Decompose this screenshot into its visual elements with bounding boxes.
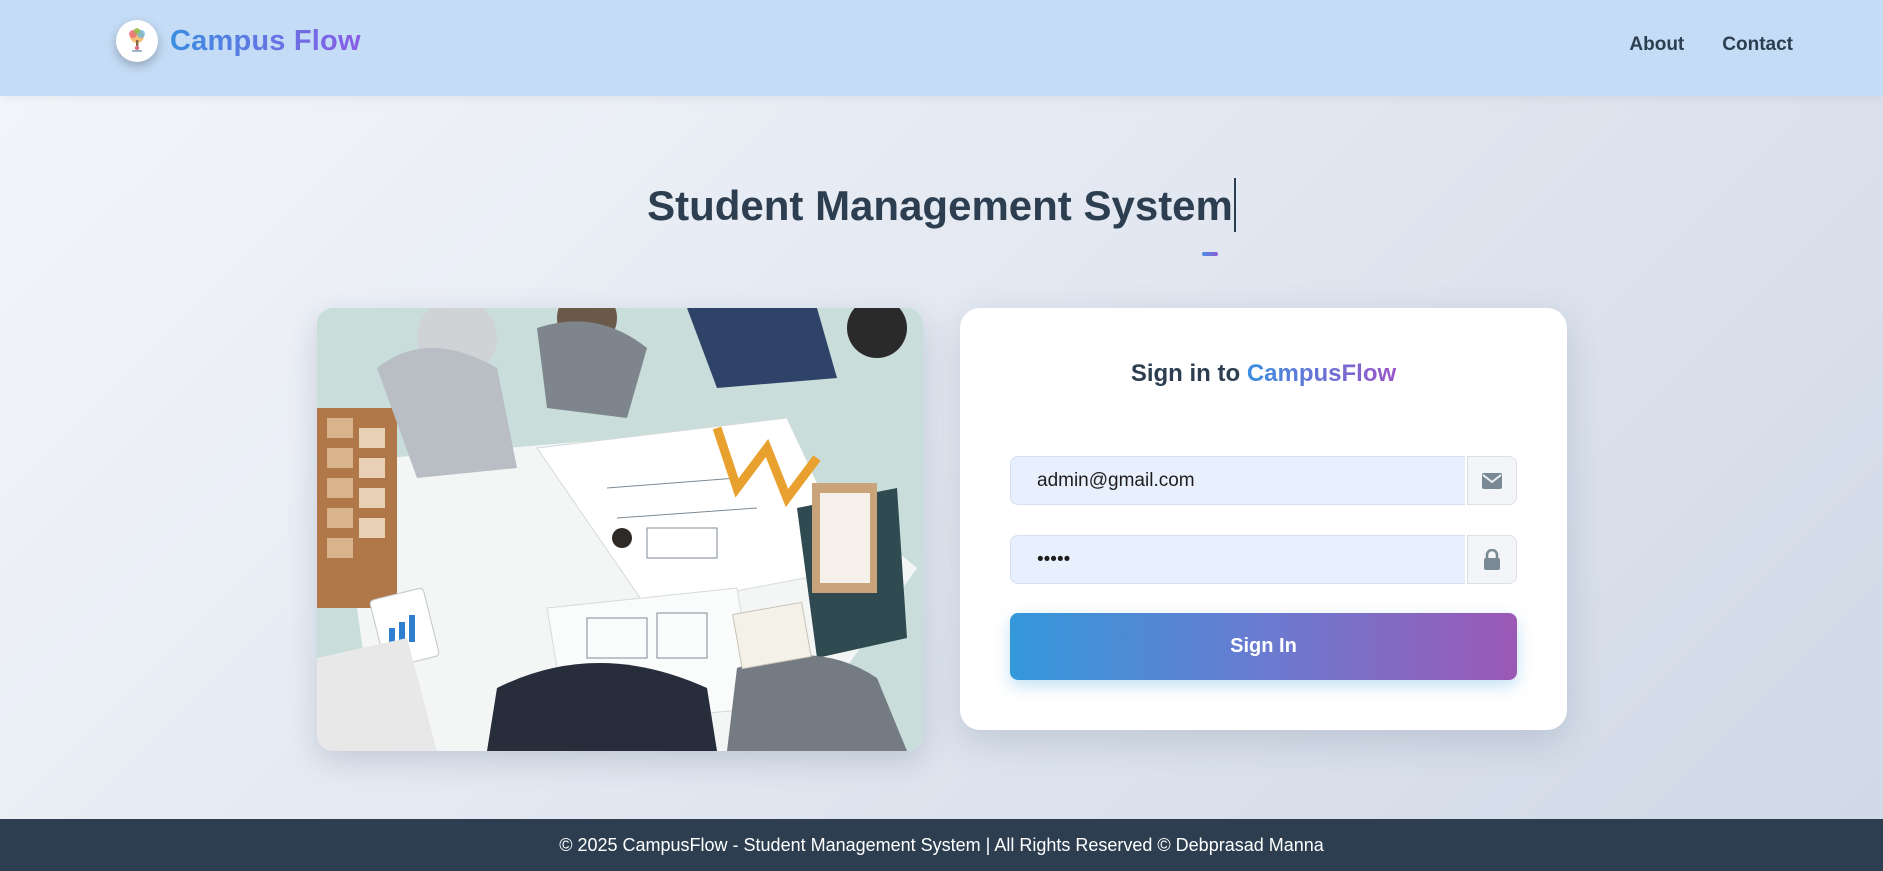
email-field-group xyxy=(1010,456,1517,505)
password-field[interactable] xyxy=(1010,535,1465,584)
nav-links: About Contact xyxy=(1629,34,1793,56)
navbar: Campus Flow About Contact xyxy=(0,0,1883,96)
login-card: Sign in to CampusFlow Sign In xyxy=(960,308,1567,730)
signin-heading-prefix: Sign in to xyxy=(1130,360,1247,387)
nav-link-about[interactable]: About xyxy=(1629,34,1684,56)
envelope-icon xyxy=(1467,456,1517,505)
footer: © 2025 CampusFlow - Student Management S… xyxy=(0,819,1883,871)
lock-icon xyxy=(1467,535,1517,584)
page-title: Student Management System xyxy=(0,177,1883,232)
signin-heading: Sign in to CampusFlow xyxy=(960,360,1567,388)
footer-text: © 2025 CampusFlow - Student Management S… xyxy=(559,834,1324,855)
hero-image xyxy=(317,308,923,751)
logo-icon[interactable] xyxy=(116,20,158,62)
page-title-text: Student Management System xyxy=(647,182,1233,229)
password-field-group xyxy=(1010,535,1517,584)
brand[interactable]: Campus Flow xyxy=(116,20,361,62)
brand-name[interactable]: Campus Flow xyxy=(170,25,361,58)
title-underline xyxy=(1202,252,1218,256)
signin-button[interactable]: Sign In xyxy=(1010,613,1517,680)
email-field[interactable] xyxy=(1010,456,1465,505)
signin-heading-brand: CampusFlow xyxy=(1246,360,1397,387)
nav-link-contact[interactable]: Contact xyxy=(1722,34,1793,56)
team-meeting-illustration xyxy=(317,308,923,751)
typing-caret xyxy=(1233,177,1236,232)
